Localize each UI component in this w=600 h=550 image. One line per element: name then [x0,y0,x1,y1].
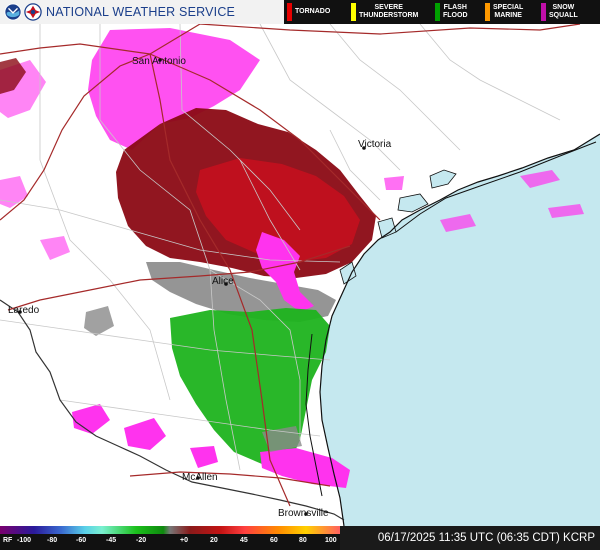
city-label-victoria: Victoria [358,139,392,150]
city-label-san-antonio: San Antonio [132,56,186,67]
city-label-laredo: Laredo [8,305,40,316]
legend-label-special-marine: SPECIAL MARINE [493,4,524,19]
legend-label-tornado: TORNADO [295,8,331,15]
header-bar: NATIONAL WEATHER SERVICE TORNADO SEVERE … [0,0,600,24]
legend-swatch-flash-flood [435,3,440,21]
scale-tick: -60 [76,537,87,544]
timestamp: 06/17/2025 11:35 UTC (06:35 CDT) KCRP [340,526,600,550]
scale-tick: -20 [136,537,147,544]
warning-legend: TORNADO SEVERE THUNDERSTORM FLASH FLOOD … [284,0,600,24]
scale-tick: +0 [180,537,188,544]
legend-item-severe-thunderstorm: SEVERE THUNDERSTORM [348,0,432,24]
city-label-brownsville: Brownsville [278,508,329,519]
city-label-mcallen: McAllen [182,472,218,483]
legend-item-snow-squall: SNOW SQUALL [538,0,600,24]
legend-swatch-snow-squall [541,3,546,21]
legend-item-tornado: TORNADO [284,0,348,24]
legend-swatch-tornado [287,3,292,21]
scale-prefix: RF [3,537,13,544]
noaa-logo-icon [4,3,22,21]
legend-label-snow-squall: SNOW SQUALL [549,4,578,19]
scale-tick: -45 [106,537,117,544]
reflectivity-scale: RF -100 -80 -60 -45 -20 +0 20 45 60 80 1… [0,526,340,550]
brand-area: NATIONAL WEATHER SERVICE [0,0,284,24]
legend-item-special-marine: SPECIAL MARINE [482,0,538,24]
scale-tick: 60 [270,537,278,544]
scale-tick: 100 [325,537,337,544]
legend-swatch-special-marine [485,3,490,21]
legend-item-flash-flood: FLASH FLOOD [432,0,482,24]
scale-gradient [0,526,340,534]
scale-tick: -80 [47,537,58,544]
scale-tick: 80 [299,537,307,544]
scale-tick: -100 [17,537,32,544]
legend-label-flash-flood: FLASH FLOOD [443,4,468,19]
radar-map: San Antonio Victoria Alice Laredo McAlle… [0,23,600,527]
legend-label-severe-thunderstorm: SEVERE THUNDERSTORM [359,4,419,19]
nws-logo-icon [24,3,42,21]
page-title: NATIONAL WEATHER SERVICE [46,5,236,19]
city-label-alice: Alice [212,276,234,287]
scale-tick: 45 [240,537,248,544]
scale-tick: 20 [210,537,218,544]
legend-swatch-severe-thunderstorm [351,3,356,21]
